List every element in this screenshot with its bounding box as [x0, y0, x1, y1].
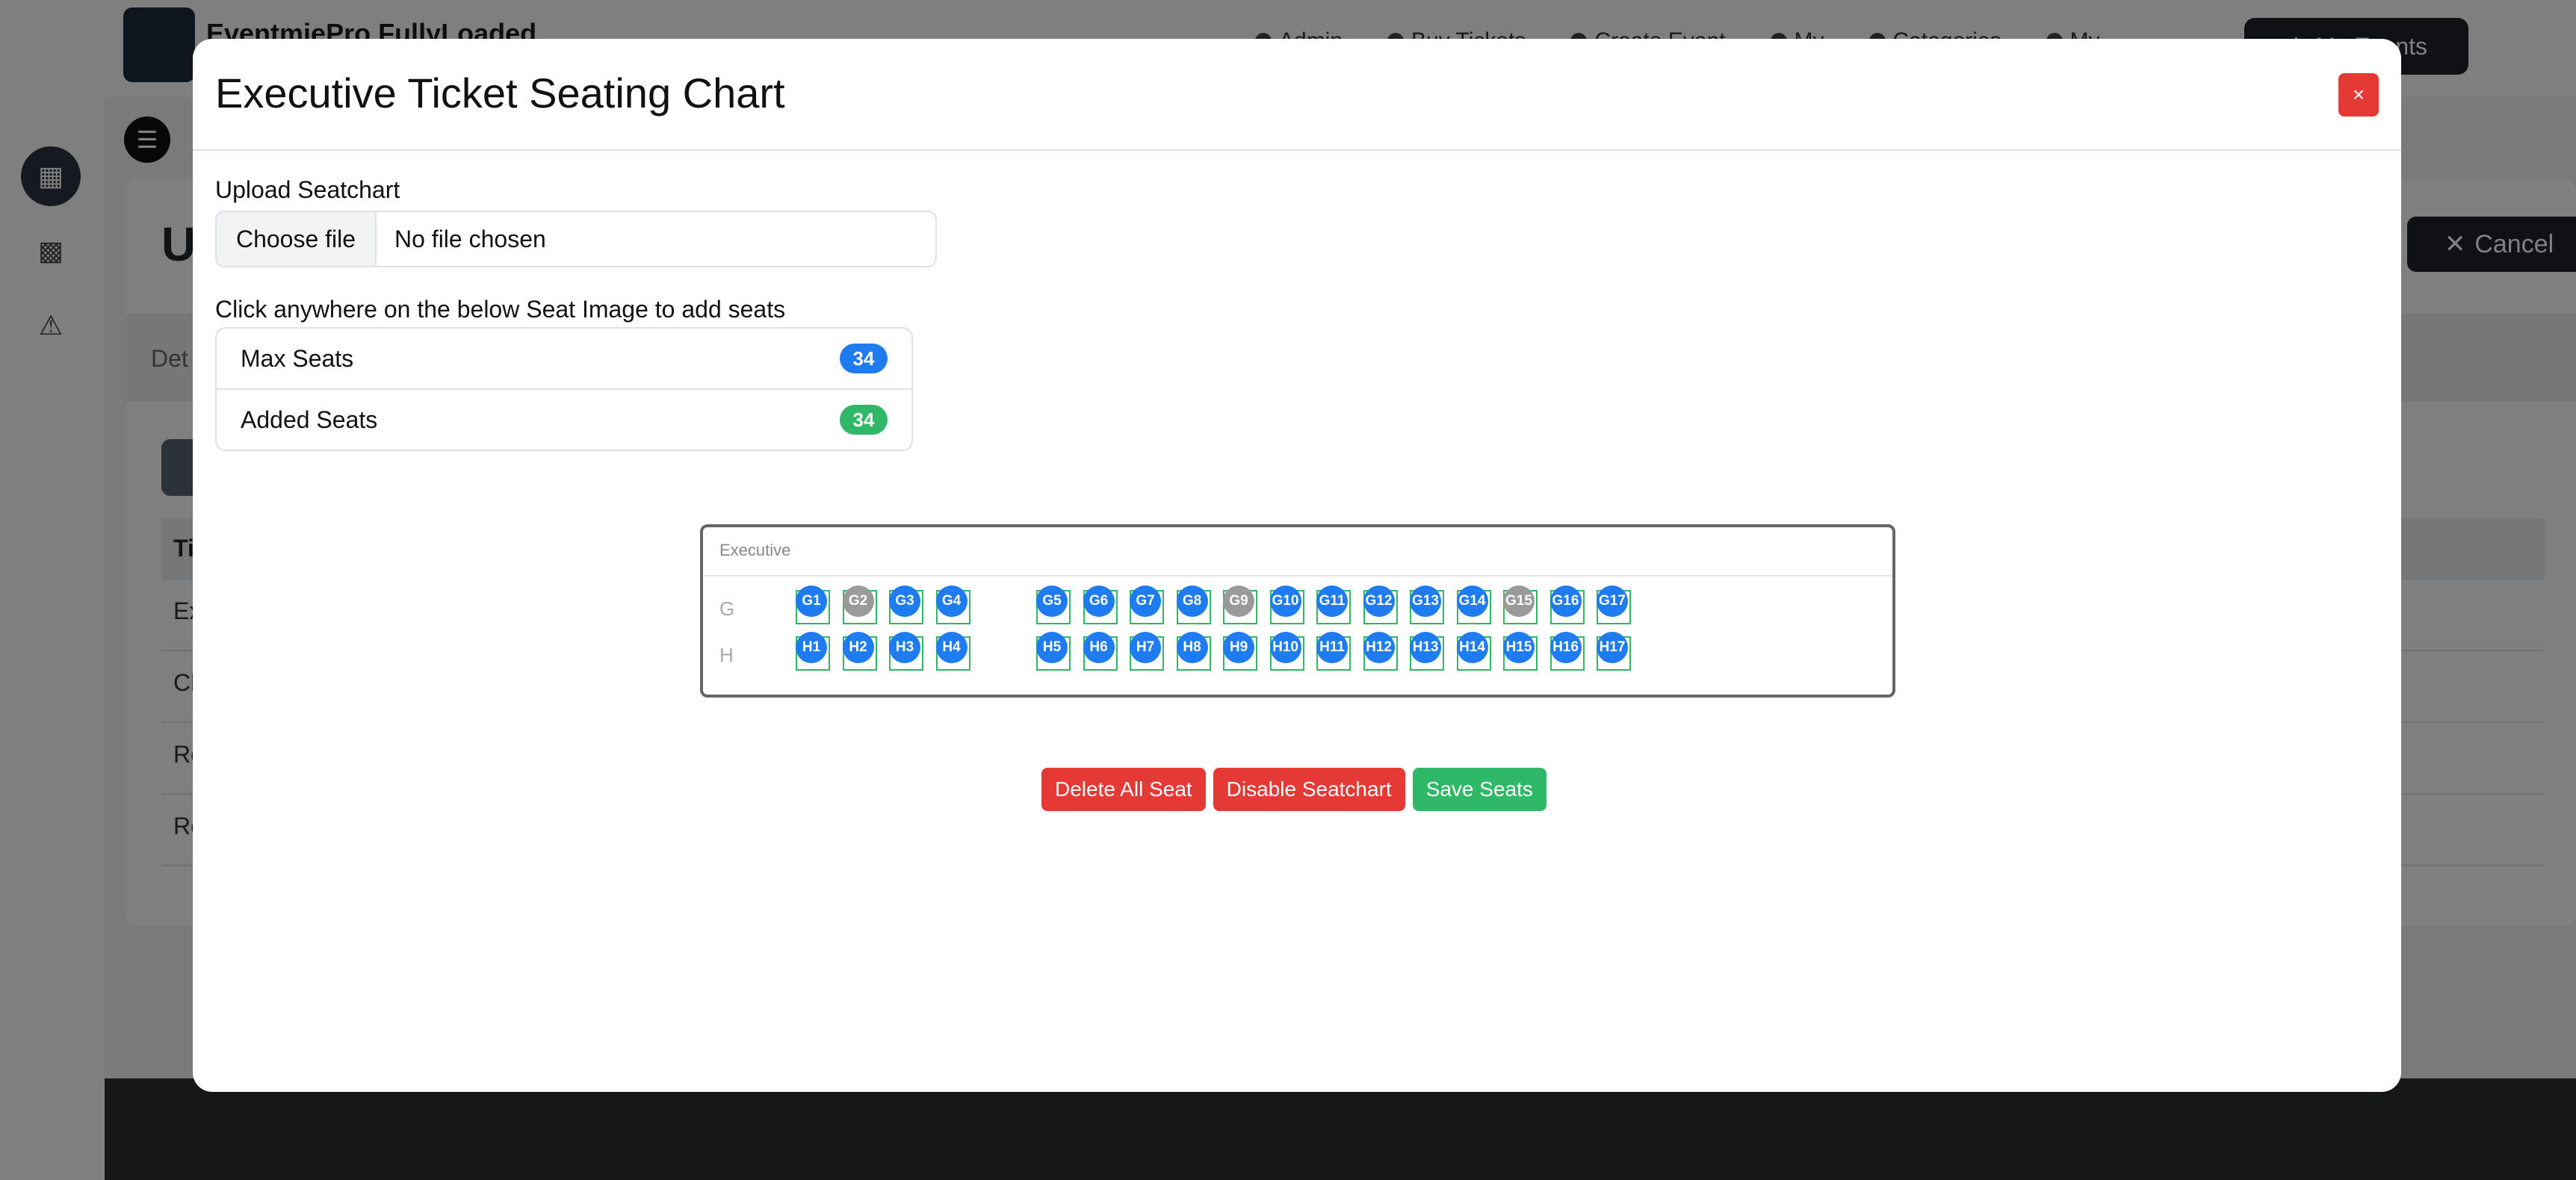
seat-g16[interactable]: G16: [1549, 586, 1582, 617]
seat-slot[interactable]: H5: [1036, 632, 1071, 671]
seat-slot[interactable]: G2: [842, 586, 877, 624]
seat-g10[interactable]: G10: [1269, 586, 1301, 617]
seat-slot[interactable]: H14: [1456, 632, 1491, 671]
seat-h5[interactable]: H5: [1036, 632, 1068, 663]
delete-all-seats-button[interactable]: Delete All Seat: [1041, 768, 1206, 811]
seat-g2[interactable]: G2: [842, 586, 874, 617]
seat-g15[interactable]: G15: [1503, 586, 1535, 617]
seat-slot[interactable]: H10: [1269, 632, 1304, 671]
upload-seatchart-label: Upload Seatchart: [215, 176, 400, 203]
seat-slot[interactable]: G15: [1503, 586, 1538, 624]
seat-h14[interactable]: H14: [1456, 632, 1488, 663]
seat-slot[interactable]: G3: [889, 586, 923, 624]
seat-h9[interactable]: H9: [1223, 632, 1254, 663]
seat-slot[interactable]: G13: [1410, 586, 1444, 624]
added-seats-label: Added Seats: [241, 406, 378, 433]
seat-slot[interactable]: G7: [1130, 586, 1164, 624]
seat-g14[interactable]: G14: [1456, 586, 1488, 617]
seat-g13[interactable]: G13: [1410, 586, 1441, 617]
seat-g12[interactable]: G12: [1363, 586, 1395, 617]
seat-h15[interactable]: H15: [1503, 632, 1535, 663]
seatchart-file-input[interactable]: Choose file No file chosen: [215, 211, 937, 267]
seat-slot[interactable]: H4: [935, 632, 970, 671]
seat-slot[interactable]: G17: [1597, 586, 1631, 624]
seat-g8[interactable]: G8: [1176, 586, 1208, 617]
section-name: Executive: [719, 541, 791, 559]
seat-slot[interactable]: G12: [1363, 586, 1398, 624]
max-seats-row: Max Seats 34: [217, 329, 911, 390]
seat-slot[interactable]: G16: [1549, 586, 1585, 624]
seat-h8[interactable]: H8: [1176, 632, 1208, 663]
seat-slot[interactable]: G1: [796, 586, 830, 624]
row-label: G: [719, 597, 735, 620]
seat-slot[interactable]: H12: [1363, 632, 1398, 671]
seat-chart-image[interactable]: Executive G G1 G2 G3 G4 G5 G6 G7 G8 G9 G10 G11 G12 G1…: [700, 524, 1895, 698]
seat-slot[interactable]: G5: [1036, 586, 1071, 624]
max-seats-badge: 34: [840, 344, 888, 373]
seat-slot[interactable]: H16: [1549, 632, 1585, 671]
seat-slot[interactable]: H3: [889, 632, 923, 671]
file-status: No file chosen: [394, 225, 546, 252]
seat-slot[interactable]: H1: [796, 632, 830, 671]
seat-g11[interactable]: G11: [1316, 586, 1348, 617]
seat-h10[interactable]: H10: [1269, 632, 1301, 663]
seat-slot[interactable]: G4: [935, 586, 970, 624]
seat-g7[interactable]: G7: [1130, 586, 1161, 617]
seat-slot[interactable]: H11: [1316, 632, 1351, 671]
disable-seatchart-button[interactable]: Disable Seatchart: [1213, 768, 1405, 811]
seat-slot[interactable]: H2: [842, 632, 877, 671]
seat-h16[interactable]: H16: [1549, 632, 1582, 663]
seating-chart-modal: Executive Ticket Seating Chart × Upload …: [193, 39, 2401, 1092]
seat-slot[interactable]: H15: [1503, 632, 1538, 671]
seat-slot[interactable]: G14: [1456, 586, 1491, 624]
seat-g3[interactable]: G3: [889, 586, 920, 617]
row-label: H: [719, 644, 734, 666]
seat-h17[interactable]: H17: [1597, 632, 1628, 663]
section-header: Executive: [703, 527, 1892, 577]
seat-h11[interactable]: H11: [1316, 632, 1348, 663]
seat-g1[interactable]: G1: [796, 586, 827, 617]
seat-count-list: Max Seats 34 Added Seats 34: [215, 327, 913, 451]
modal-title: Executive Ticket Seating Chart: [215, 69, 785, 117]
added-seats-badge: 34: [840, 405, 888, 435]
max-seats-label: Max Seats: [241, 345, 354, 372]
seat-g17[interactable]: G17: [1597, 586, 1628, 617]
seat-g4[interactable]: G4: [935, 586, 967, 617]
added-seats-row: Added Seats 34: [217, 390, 911, 450]
seat-h2[interactable]: H2: [842, 632, 874, 663]
seat-slot[interactable]: G10: [1269, 586, 1304, 624]
close-button[interactable]: ×: [2338, 73, 2379, 117]
choose-file-button[interactable]: Choose file: [217, 212, 377, 266]
seat-h1[interactable]: H1: [796, 632, 827, 663]
seat-slot[interactable]: G6: [1083, 586, 1118, 624]
seat-h12[interactable]: H12: [1363, 632, 1395, 663]
seat-instruction: Click anywhere on the below Seat Image t…: [215, 296, 786, 323]
seat-g5[interactable]: G5: [1036, 586, 1068, 617]
seat-slot[interactable]: G8: [1176, 586, 1211, 624]
save-seats-button[interactable]: Save Seats: [1412, 768, 1546, 811]
seat-h4[interactable]: H4: [935, 632, 967, 663]
seat-g9[interactable]: G9: [1223, 586, 1254, 617]
seat-slot[interactable]: H7: [1130, 632, 1164, 671]
seat-slot[interactable]: H13: [1410, 632, 1444, 671]
seat-h7[interactable]: H7: [1130, 632, 1161, 663]
seat-slot[interactable]: H9: [1223, 632, 1257, 671]
seat-slot[interactable]: H6: [1083, 632, 1118, 671]
seat-h13[interactable]: H13: [1410, 632, 1441, 663]
modal-header: Executive Ticket Seating Chart ×: [193, 39, 2401, 151]
seat-actions: Delete All Seat Disable Seatchart Save S…: [1041, 768, 1546, 811]
seat-slot[interactable]: H8: [1176, 632, 1211, 671]
seat-g6[interactable]: G6: [1083, 586, 1115, 617]
seat-h6[interactable]: H6: [1083, 632, 1115, 663]
seat-h3[interactable]: H3: [889, 632, 920, 663]
seat-slot[interactable]: G11: [1316, 586, 1351, 624]
seat-slot[interactable]: H17: [1597, 632, 1631, 671]
seat-slot[interactable]: G9: [1223, 586, 1257, 624]
